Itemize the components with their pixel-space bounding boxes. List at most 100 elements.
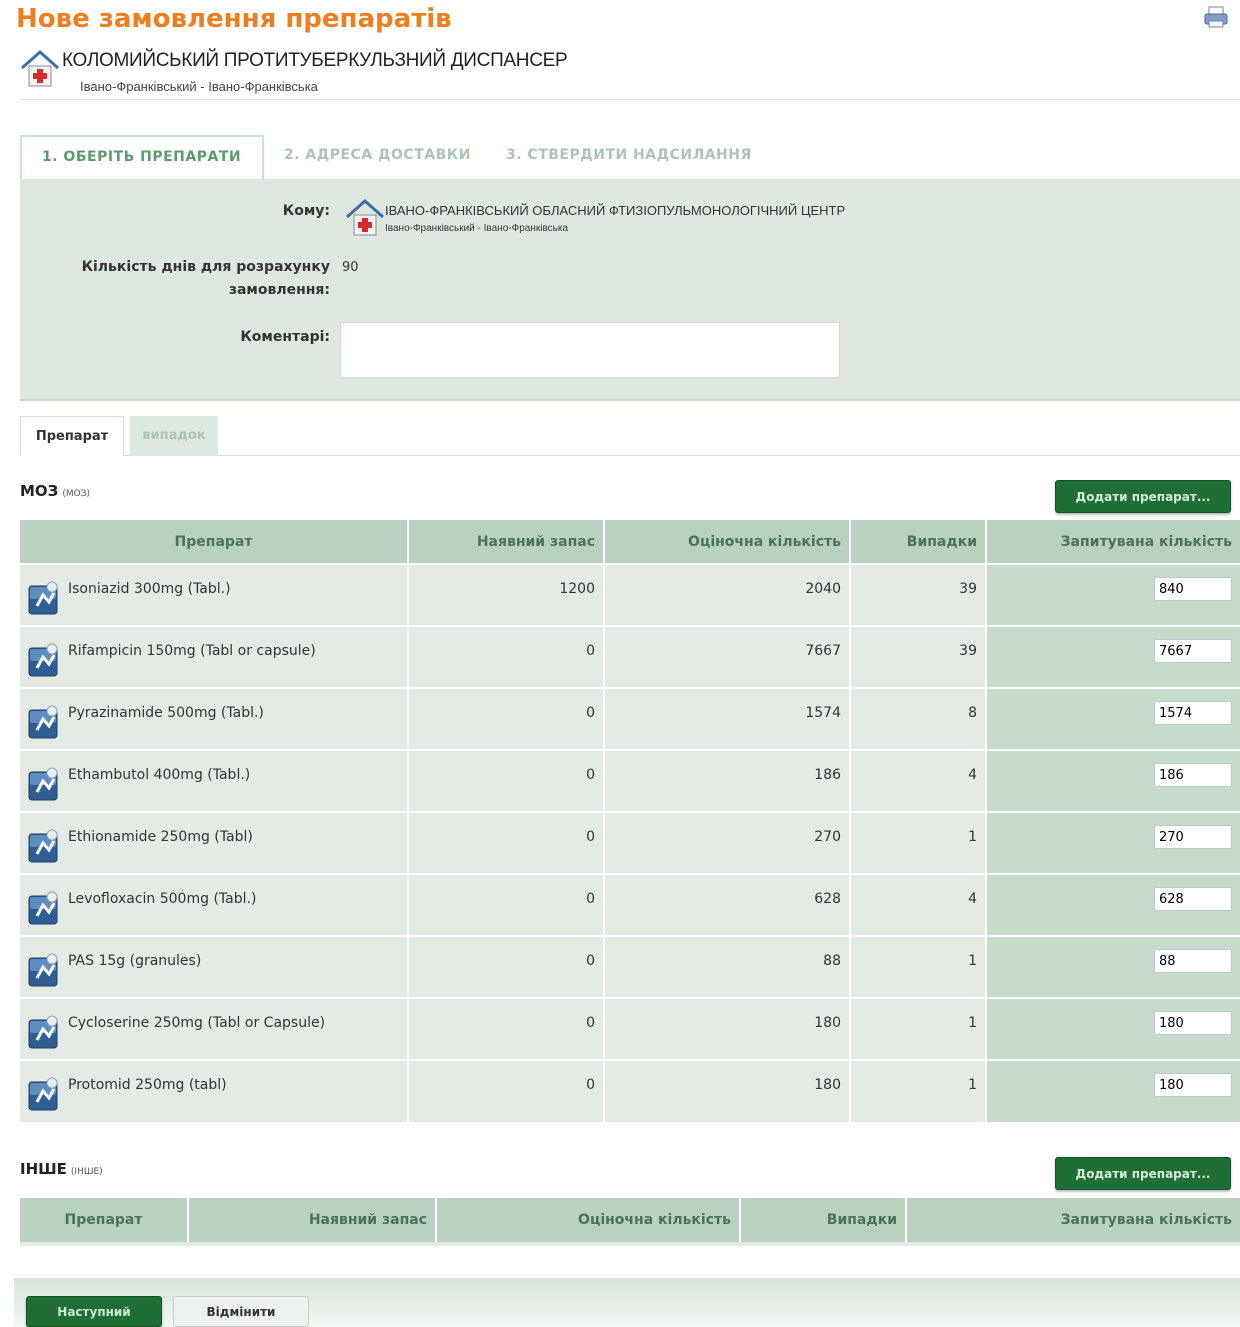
drug-edit-icon[interactable] [28, 581, 62, 615]
requested-cell [985, 625, 1240, 688]
requested-cell [985, 935, 1240, 998]
table-row: Rifampicin 150mg (Tabl or capsule) 0 7667 3… [20, 625, 1240, 688]
drug-cell: Ethionamide 250mg (Tabl) [20, 811, 408, 874]
cases-cell: 4 [849, 873, 986, 936]
days-label-cont: замовлення: [228, 282, 330, 298]
col-drug[interactable]: Препарат [20, 1198, 188, 1242]
table-row: Protomid 250mg (tabl) 0 180 1 [20, 1059, 1240, 1122]
add-drug-button[interactable]: Додати препарат... [1055, 480, 1231, 513]
other-section-title: ІНШЕ (ІНШЕ) [20, 1160, 103, 1178]
drug-name: Cycloserine 250mg (Tabl or Capsule) [68, 1015, 326, 1031]
drug-name: PAS 15g (granules) [68, 953, 202, 969]
estimate-cell: 270 [603, 811, 850, 874]
stock-cell: 0 [407, 1059, 604, 1122]
drug-cell: Protomid 250mg (tabl) [20, 1059, 408, 1122]
requested-quantity-input[interactable] [1154, 1011, 1232, 1035]
add-other-drug-button[interactable]: Додати препарат... [1055, 1157, 1231, 1190]
drug-edit-icon[interactable] [28, 1077, 62, 1111]
col-requested[interactable]: Запитувана кількість [905, 1198, 1240, 1242]
estimate-cell: 186 [603, 749, 850, 812]
col-estimate[interactable]: Оціночна кількість [435, 1198, 740, 1242]
estimate-cell: 180 [603, 1059, 850, 1122]
tab-case[interactable]: випадок [130, 416, 218, 456]
next-button[interactable]: Наступний [26, 1296, 162, 1327]
drug-edit-icon[interactable] [28, 705, 62, 739]
requested-quantity-input[interactable] [1154, 1073, 1232, 1097]
drug-name: Levofloxacin 500mg (Tabl.) [68, 891, 257, 907]
requested-quantity-input[interactable] [1154, 577, 1232, 601]
requested-quantity-input[interactable] [1154, 639, 1232, 663]
requested-quantity-input[interactable] [1154, 887, 1232, 911]
estimate-cell: 2040 [603, 563, 850, 626]
requested-quantity-input[interactable] [1154, 763, 1232, 787]
cases-cell: 1 [849, 935, 986, 998]
other-code: (ІНШЕ) [70, 1167, 103, 1177]
estimate-cell: 180 [603, 997, 850, 1060]
stock-cell: 0 [407, 873, 604, 936]
requested-cell [985, 1059, 1240, 1122]
col-stock[interactable]: Наявний запас [187, 1198, 436, 1242]
drug-cell: Rifampicin 150mg (Tabl or capsule) [20, 625, 408, 688]
table-row: PAS 15g (granules) 0 88 1 [20, 935, 1240, 998]
col-stock[interactable]: Наявний запас [407, 520, 604, 564]
cases-cell: 8 [849, 687, 986, 750]
drug-name: Rifampicin 150mg (Tabl or capsule) [68, 643, 316, 659]
col-estimate[interactable]: Оціночна кількість [603, 520, 850, 564]
table-row: Ethionamide 250mg (Tabl) 0 270 1 [20, 811, 1240, 874]
estimate-cell: 628 [603, 873, 850, 936]
col-cases[interactable]: Випадки [849, 520, 986, 564]
requested-quantity-input[interactable] [1154, 701, 1232, 725]
drug-edit-icon[interactable] [28, 1015, 62, 1049]
drug-edit-icon[interactable] [28, 767, 62, 801]
cases-cell: 4 [849, 749, 986, 812]
drug-cell: Cycloserine 250mg (Tabl or Capsule) [20, 997, 408, 1060]
tab-drug[interactable]: Препарат [20, 416, 124, 456]
comments-label: Коментарі: [240, 329, 330, 345]
comments-field[interactable] [340, 322, 840, 378]
requested-cell [985, 749, 1240, 812]
estimate-cell: 88 [603, 935, 850, 998]
requested-cell [985, 687, 1240, 750]
requested-quantity-input[interactable] [1154, 949, 1232, 973]
recipient-name: ІВАНО-ФРАНКІВСЬКИЙ ОБЛАСНИЙ ФТИЗІОПУЛЬМО… [385, 203, 846, 218]
cases-cell: 1 [849, 997, 986, 1060]
stock-cell: 0 [407, 997, 604, 1060]
col-cases[interactable]: Випадки [739, 1198, 906, 1242]
table-row: Ethambutol 400mg (Tabl.) 0 186 4 [20, 749, 1240, 812]
drug-cell: Levofloxacin 500mg (Tabl.) [20, 873, 408, 936]
facility-header: КОЛОМИЙСЬКИЙ ПРОТИТУБЕРКУЛЬЗНИЙ ДИСПАНСЕ… [20, 48, 1240, 100]
tab-select-drugs[interactable]: 1. ОБЕРІТЬ ПРЕПАРАТИ [20, 135, 264, 179]
drug-name: Ethionamide 250mg (Tabl) [68, 829, 253, 845]
drug-edit-icon[interactable] [28, 643, 62, 677]
order-form-panel: Кому: ІВАНО-ФРАНКІВСЬКИЙ ОБЛАСНИЙ ФТИЗІО… [20, 179, 1240, 401]
stock-cell: 0 [407, 749, 604, 812]
to-label: Кому: [282, 203, 330, 219]
days-label: Кількість днів для розрахунку [81, 259, 330, 275]
stock-cell: 0 [407, 625, 604, 688]
moz-section-title: МОЗ (МОЗ) [20, 482, 90, 500]
drug-name: Ethambutol 400mg (Tabl.) [68, 767, 251, 783]
drug-edit-icon[interactable] [28, 891, 62, 925]
days-value: 90 [342, 260, 359, 275]
print-icon[interactable] [1204, 6, 1228, 28]
page-title: Нове замовлення препаратів [16, 4, 452, 34]
moz-title: МОЗ [20, 482, 59, 500]
drug-edit-icon[interactable] [28, 829, 62, 863]
drug-name: Pyrazinamide 500mg (Tabl.) [68, 705, 264, 721]
table-row: Pyrazinamide 500mg (Tabl.) 0 1574 8 [20, 687, 1240, 750]
requested-cell [985, 997, 1240, 1060]
tab-confirm-sending[interactable]: 3. СТВЕРДИТИ НАДСИЛАННЯ [486, 135, 772, 179]
drug-edit-icon[interactable] [28, 953, 62, 987]
drug-name: Protomid 250mg (tabl) [68, 1077, 227, 1093]
moz-drugs-table: Препарат Наявний запас Оціночна кількіст… [20, 520, 1240, 1122]
col-drug[interactable]: Препарат [20, 520, 408, 564]
tab-delivery-address[interactable]: 2. АДРЕСА ДОСТАВКИ [264, 135, 491, 179]
table-row: Levofloxacin 500mg (Tabl.) 0 628 4 [20, 873, 1240, 936]
hospital-icon [21, 49, 59, 87]
requested-quantity-input[interactable] [1154, 825, 1232, 849]
stock-cell: 0 [407, 935, 604, 998]
table-header-row: Препарат Наявний запас Оціночна кількіст… [20, 520, 1240, 564]
col-requested[interactable]: Запитувана кількість [985, 520, 1240, 564]
cancel-button[interactable]: Відмінити [173, 1296, 309, 1327]
cases-cell: 39 [849, 563, 986, 626]
